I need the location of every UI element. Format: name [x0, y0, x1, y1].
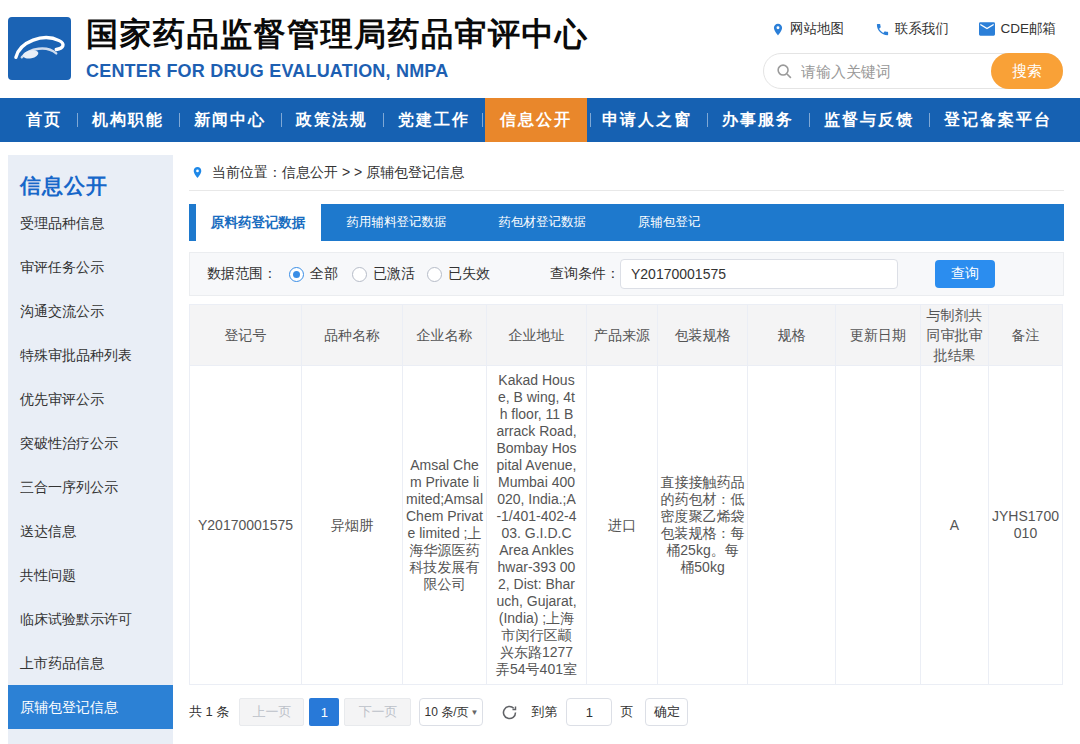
- page-1-button[interactable]: 1: [309, 698, 339, 726]
- cell-product-source: 进口: [587, 366, 658, 685]
- registration-table: 登记号 品种名称 企业名称 企业地址 产品来源 包装规格 规格 更新日期 与制剂…: [189, 304, 1063, 685]
- location-pin-icon: [191, 165, 204, 180]
- link-mailbox-label: CDE邮箱: [1000, 20, 1056, 38]
- sidebar-item-three-in-one[interactable]: 三合一序列公示: [8, 465, 173, 509]
- cell-joint-review-result: A: [921, 366, 989, 685]
- page-size-select[interactable]: 10 条/页 ▼: [419, 698, 483, 726]
- table-header-row: 登记号 品种名称 企业名称 企业地址 产品来源 包装规格 规格 更新日期 与制剂…: [190, 305, 1063, 366]
- cde-logo: [8, 17, 71, 80]
- nav-registration-platform[interactable]: 登记备案平台: [929, 98, 1067, 142]
- sidebar-item-priority-review[interactable]: 优先审评公示: [8, 377, 173, 421]
- radio-activated-control[interactable]: [352, 267, 367, 282]
- goto-page-input[interactable]: [566, 698, 612, 726]
- search-icon: [776, 63, 793, 80]
- col-company-name: 企业名称: [403, 305, 487, 366]
- prev-page-button[interactable]: 上一页: [239, 698, 304, 726]
- sidebar-item-communication[interactable]: 沟通交流公示: [8, 289, 173, 333]
- main-nav: 首页 机构职能 新闻中心 政策法规 党建工作 信息公开 申请人之窗 办事服务 监…: [0, 98, 1080, 142]
- col-product-source: 产品来源: [587, 305, 658, 366]
- search-bar: 搜索: [763, 53, 1063, 89]
- tab-api-data[interactable]: 原料药登记数据: [196, 204, 321, 241]
- filter-label: 数据范围：: [207, 265, 277, 283]
- cell-packaging-spec: 直接接触药品的药包材：低密度聚乙烯袋 包装规格：每桶25kg。每桶50kg: [658, 366, 748, 685]
- sidebar-item-accepted-varieties[interactable]: 受理品种信息: [8, 201, 173, 245]
- search-button[interactable]: 搜索: [991, 53, 1063, 89]
- site-title: 国家药品监督管理局药品审评中心: [86, 15, 589, 53]
- radio-expired[interactable]: 已失效: [427, 265, 490, 283]
- link-mailbox[interactable]: CDE邮箱: [979, 20, 1056, 38]
- next-page-button[interactable]: 下一页: [344, 698, 411, 726]
- pagination: 共 1 条 上一页 1 下一页 10 条/页 ▼ 到第 页 确定: [189, 698, 1064, 726]
- query-button[interactable]: 查询: [935, 260, 995, 288]
- chevron-down-icon: ▼: [471, 708, 479, 717]
- site-header: 国家药品监督管理局药品审评中心 CENTER FOR DRUG EVALUATI…: [0, 0, 1080, 98]
- breadcrumb-text: 当前位置：信息公开 > > 原辅包登记信息: [212, 164, 464, 182]
- breadcrumb: 当前位置：信息公开 > > 原辅包登记信息: [189, 155, 1064, 191]
- page-unit-label: 页: [620, 703, 633, 721]
- cell-remarks: JYHS1700010: [989, 366, 1063, 685]
- envelope-icon: [979, 22, 995, 36]
- search-input[interactable]: [801, 55, 976, 87]
- sidebar-item-review-tasks[interactable]: 审评任务公示: [8, 245, 173, 289]
- col-registration-no: 登记号: [190, 305, 302, 366]
- link-sitemap[interactable]: 网站地图: [771, 20, 844, 38]
- nav-functions[interactable]: 机构职能: [77, 98, 179, 142]
- radio-all-control[interactable]: [289, 267, 304, 282]
- cell-company-address: Kakad House, B wing, 4th floor, 11 Barra…: [487, 366, 587, 685]
- cell-registration-no: Y20170001575: [190, 366, 302, 685]
- cell-variety-name: 异烟肼: [302, 366, 403, 685]
- sidebar-item-clinical-trial[interactable]: 临床试验默示许可: [8, 597, 173, 641]
- tab-registration[interactable]: 原辅包登记: [612, 204, 727, 241]
- col-company-address: 企业地址: [487, 305, 587, 366]
- cell-update-date: [836, 366, 921, 685]
- tab-excipient-data[interactable]: 药用辅料登记数据: [321, 204, 473, 241]
- nav-applicant[interactable]: 申请人之窗: [587, 98, 707, 142]
- sidebar-item-excipient-registration[interactable]: 原辅包登记信息: [8, 685, 173, 729]
- link-sitemap-label: 网站地图: [790, 20, 844, 38]
- sidebar-item-special-approval[interactable]: 特殊审批品种列表: [8, 333, 173, 377]
- col-spec: 规格: [748, 305, 836, 366]
- col-joint-review-result: 与制剂共同审批审批结果: [921, 305, 989, 366]
- col-remarks: 备注: [989, 305, 1063, 366]
- nav-policy[interactable]: 政策法规: [281, 98, 383, 142]
- sidebar-item-breakthrough-therapy[interactable]: 突破性治疗公示: [8, 421, 173, 465]
- nav-news[interactable]: 新闻中心: [179, 98, 281, 142]
- cell-spec: [748, 366, 836, 685]
- location-pin-icon: [771, 22, 785, 37]
- pagination-total: 共 1 条: [189, 703, 229, 721]
- table-row: Y20170001575 异烟肼 Amsal Chem Private limi…: [190, 366, 1063, 685]
- site-subtitle: CENTER FOR DRUG EVALUATION, NMPA: [86, 61, 589, 81]
- sidebar-title: 信息公开: [8, 171, 173, 201]
- phone-icon: [875, 22, 890, 37]
- sidebar-item-common-issues[interactable]: 共性问题: [8, 553, 173, 597]
- radio-all[interactable]: 全部: [289, 265, 338, 283]
- query-label: 查询条件：: [550, 265, 620, 283]
- nav-services[interactable]: 办事服务: [707, 98, 809, 142]
- col-packaging-spec: 包装规格: [658, 305, 748, 366]
- query-input[interactable]: [620, 259, 898, 289]
- radio-activated[interactable]: 已激活: [352, 265, 415, 283]
- nav-info-disclosure[interactable]: 信息公开: [485, 98, 587, 142]
- nav-supervision[interactable]: 监督与反馈: [809, 98, 929, 142]
- col-update-date: 更新日期: [836, 305, 921, 366]
- sidebar: 信息公开 受理品种信息 审评任务公示 沟通交流公示 特殊审批品种列表 优先审评公…: [8, 155, 173, 744]
- confirm-button[interactable]: 确定: [645, 698, 688, 726]
- nav-party[interactable]: 党建工作: [383, 98, 485, 142]
- tab-bar: 原料药登记数据 药用辅料登记数据 药包材登记数据 原辅包登记: [189, 204, 1064, 241]
- radio-expired-control[interactable]: [427, 267, 442, 282]
- filter-bar: 数据范围： 全部 已激活 已失效 查询条件： 查询: [189, 252, 1064, 296]
- col-variety-name: 品种名称: [302, 305, 403, 366]
- refresh-icon[interactable]: [501, 704, 518, 721]
- tab-packaging-data[interactable]: 药包材登记数据: [473, 204, 613, 241]
- cell-company-name: Amsal Chem Private limited;Amsal Chem Pr…: [403, 366, 487, 685]
- sidebar-item-delivery-info[interactable]: 送达信息: [8, 509, 173, 553]
- link-contact-label: 联系我们: [895, 20, 949, 38]
- nav-home[interactable]: 首页: [11, 98, 77, 142]
- link-contact[interactable]: 联系我们: [875, 20, 949, 38]
- sidebar-item-marketed-drugs[interactable]: 上市药品信息: [8, 641, 173, 685]
- goto-label: 到第: [531, 703, 557, 721]
